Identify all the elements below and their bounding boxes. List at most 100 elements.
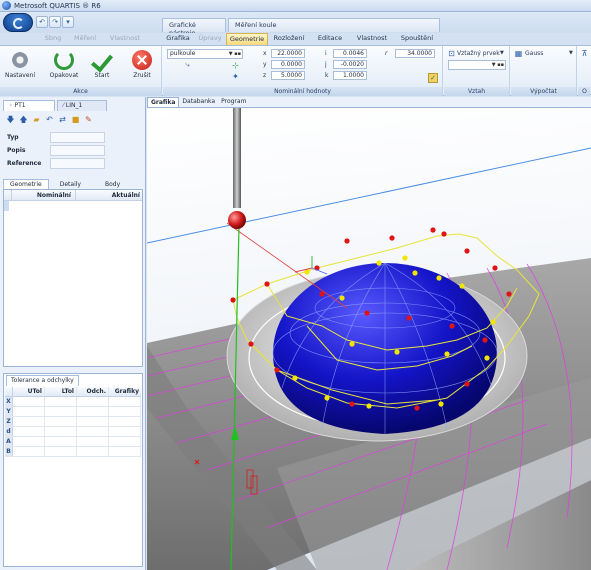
tab-sbng[interactable]: Sbng (38, 33, 68, 45)
tab-grafika[interactable]: Grafika (162, 33, 194, 45)
folder-icon[interactable]: ▰ (32, 115, 41, 124)
repeat-button[interactable]: Opakovat (48, 50, 80, 79)
tab-spousteni[interactable]: Spouštění (394, 33, 440, 45)
title-bar: Metrosoft QUARTIS ® R6 (0, 0, 591, 12)
probe-tip-ball (228, 211, 246, 229)
start-label: Start (94, 72, 110, 79)
lock-icon[interactable]: ■ (71, 115, 80, 124)
geometry-grid: Nominální Aktuální (3, 189, 143, 367)
j-field[interactable]: -0.0020 (333, 60, 367, 69)
group-label-akce: Akce (0, 87, 161, 96)
table-row[interactable]: X (5, 397, 141, 407)
tab-pt1[interactable]: ◦ PT1 (3, 100, 55, 111)
probe-icon[interactable]: ⤷ (183, 60, 192, 69)
reference-combo[interactable]: ▼ ▪▪ (448, 60, 506, 70)
type-field[interactable] (50, 132, 105, 143)
tab-geometrie[interactable]: Geometrie (226, 33, 268, 45)
cancel-button[interactable]: Zrušit (126, 50, 158, 79)
arrow-down-icon[interactable]: 🡇 (6, 115, 15, 124)
quick-access-toolbar: ↶ ↷ ▾ (36, 16, 74, 28)
diameter-field[interactable]: 34.0000 (395, 49, 435, 58)
tab-pt1-label: PT1 (14, 102, 26, 109)
table-row[interactable]: d (5, 427, 141, 437)
axis-icon[interactable]: ⊹ (231, 61, 240, 70)
tab-body[interactable]: Body (92, 179, 133, 189)
reference-feature-label[interactable]: Vztažný prvek (457, 50, 500, 57)
tolerance-header: UTol LTol Odch. Grafiky (5, 387, 141, 397)
description-field[interactable] (50, 145, 105, 156)
table-row[interactable]: Z (5, 417, 141, 427)
tool-icon[interactable]: ⊼ (580, 49, 589, 58)
tab-upravy[interactable]: Úpravy (194, 33, 226, 45)
context-tab-sphere-measurement[interactable]: Měření koule (228, 18, 440, 32)
tab-rozlozeni[interactable]: Rozložení (268, 33, 310, 45)
feature-type-combo[interactable]: pulkoule ▼ ▪▪ (167, 49, 243, 59)
pencil-icon[interactable]: ✎ (84, 115, 93, 124)
tab-graphics-view[interactable]: Grafika (147, 97, 180, 107)
tab-detaily[interactable]: Detaily (49, 179, 92, 189)
i-field[interactable]: 0.0046 (333, 49, 367, 58)
geometry-grid-header: Nominální Aktuální (4, 190, 142, 201)
k-field[interactable]: 1.0000 (333, 71, 367, 80)
i-label: i (325, 50, 327, 57)
x-label: x (263, 50, 267, 57)
application-menu-button[interactable] (3, 13, 33, 32)
diameter-label: r (385, 50, 388, 57)
tab-mereni[interactable]: Měření (68, 33, 102, 45)
j-label: j (325, 61, 327, 68)
row-header-z: Z (5, 417, 13, 426)
grid-corner (4, 190, 12, 200)
tab-lin1[interactable]: ⁄ LIN_1 (57, 100, 107, 111)
group-label-vypocet: Výpočtat (511, 87, 576, 96)
col-ltol: LTol (45, 387, 77, 396)
chevron-down-icon[interactable]: ▼ (569, 50, 573, 56)
tab-vlastnost-dim[interactable]: Vlastnost (102, 33, 148, 45)
tab-database-view[interactable]: Databanka (179, 97, 218, 107)
quick-access-row: ↶ ↷ ▾ Grafické nástroje Měření koule (0, 12, 591, 37)
arrow-up-icon[interactable]: 🡅 (19, 115, 28, 124)
row-header-d: d (5, 427, 13, 436)
crosshair-icon[interactable]: ✦ (231, 72, 240, 81)
confirm-check-icon[interactable]: ✓ (428, 73, 438, 83)
grid-row-selector[interactable] (4, 201, 9, 211)
chevron-down-icon[interactable]: ▼ (500, 50, 504, 56)
viewport-tabs: Grafika Databanka Program (147, 97, 591, 108)
table-row[interactable]: A (5, 437, 141, 447)
tab-geometrie-detail[interactable]: Geometrie (3, 179, 49, 189)
repeat-label: Opakovat (49, 72, 79, 79)
settings-button[interactable]: Nastavení (4, 50, 36, 79)
start-button[interactable]: Start (86, 50, 118, 79)
tabs-spacer (0, 33, 38, 45)
reference-feature-icon: ⊡ (448, 49, 455, 58)
tab-vlastnost[interactable]: Vlastnost (350, 33, 394, 45)
x-field[interactable]: 22.0000 (271, 49, 305, 58)
calculation-method[interactable]: Gauss (525, 50, 543, 57)
description-label: Popis (7, 147, 26, 154)
context-tab-graphic-tools[interactable]: Grafické nástroje (162, 18, 226, 37)
settings-label: Nastavení (4, 72, 36, 79)
table-row[interactable]: Y (5, 407, 141, 417)
axis-triad (294, 256, 328, 275)
group-label-vztah: Vztah (444, 87, 509, 96)
app-icon (2, 1, 11, 10)
customize-toolbar-button[interactable]: ▾ (62, 16, 74, 28)
refresh-icon[interactable]: ⇄ (58, 115, 67, 124)
table-row[interactable]: B (5, 447, 141, 457)
tab-tolerance[interactable]: Tolerance a odchylky (6, 375, 79, 386)
tab-editace[interactable]: Editace (310, 33, 350, 45)
chevron-down-icon: ▼ ▪▪ (228, 51, 241, 57)
group-label-nominal: Nominální hodnoty (163, 87, 442, 96)
undo-button[interactable]: ↶ (36, 16, 48, 28)
undo-icon[interactable]: ↶ (45, 115, 54, 124)
ribbon-tabs: Sbng Měření Vlastnost Grafika Úpravy Geo… (0, 33, 591, 45)
y-field[interactable]: 0.0000 (271, 60, 305, 69)
reference-field[interactable] (50, 158, 105, 169)
tab-program-view[interactable]: Program (218, 97, 249, 107)
z-field[interactable]: 5.0000 (271, 71, 305, 80)
description-row: Popis (7, 145, 105, 156)
k-label: k (325, 72, 329, 79)
graphics-viewport[interactable] (147, 108, 591, 570)
col-graphics: Grafiky (114, 388, 139, 395)
redo-button[interactable]: ↷ (49, 16, 61, 28)
col-deviation: Odch. (77, 387, 109, 396)
